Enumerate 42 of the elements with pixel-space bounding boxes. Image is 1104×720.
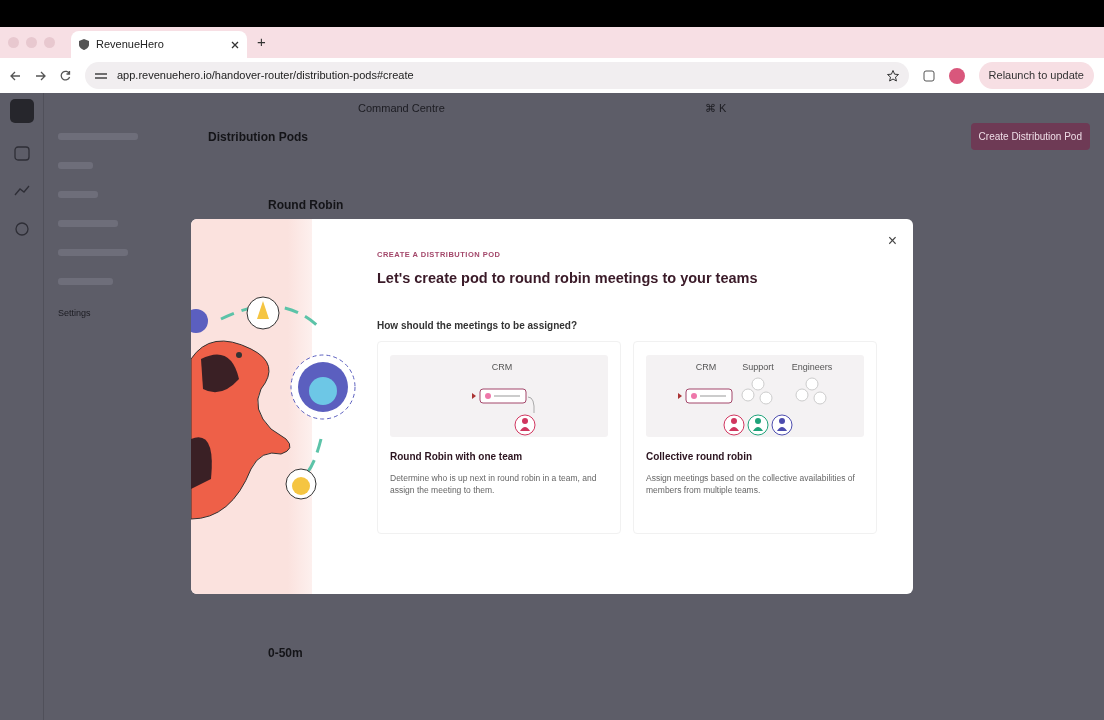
option-card[interactable]: CRM Round Robin with one team Determine who is up next in round robin in a team, and assign the meeting to them. — [377, 341, 621, 534]
option-description: Assign meetings based on the collective availabilities of members from multiple teams. — [646, 472, 856, 497]
star-icon[interactable] — [886, 69, 899, 82]
profile-icon[interactable] — [948, 67, 965, 84]
option-title: Collective round robin — [646, 450, 754, 464]
close-icon[interactable] — [231, 40, 239, 49]
team-label: CRM — [695, 362, 717, 372]
option-description: Determine who is up next in round robin in a team, and assign the meeting to them. — [390, 472, 598, 497]
address-bar[interactable]: app.revenuehero.io/handover-router/distribution-pods#create — [85, 62, 909, 89]
back-icon[interactable] — [10, 70, 21, 81]
question-label: How should the meetings to be assigned? — [377, 319, 579, 333]
browser-tab[interactable]: RevenueHero — [71, 31, 247, 58]
create-pod-button[interactable]: Create Distribution Pod — [970, 123, 1090, 150]
crm-record-icon — [472, 388, 527, 404]
team-label: Support — [742, 362, 774, 372]
logo-icon — [9, 99, 34, 123]
team-label: Engineers — [791, 362, 833, 372]
forward-icon[interactable] — [35, 70, 46, 81]
team-label: CRM — [491, 362, 513, 372]
person-avatar-icon — [514, 414, 536, 436]
new-tab-button[interactable]: + — [257, 31, 266, 54]
site-settings-icon — [95, 70, 107, 81]
team-members-icon — [795, 377, 827, 405]
tab-title: RevenueHero — [96, 37, 164, 53]
shield-icon — [79, 39, 89, 50]
crm-record-icon — [678, 388, 733, 404]
shortcut-hint: ⌘ K — [704, 100, 727, 116]
extension-icon[interactable] — [922, 69, 935, 82]
close-button[interactable]: × — [885, 231, 899, 251]
option-card[interactable]: CRM Support Engineers Collective round robin Assign meetings based on the collective availabilities of members from multiple teams. — [633, 341, 877, 534]
team-members-icon — [741, 377, 773, 405]
relaunch-button[interactable]: Relaunch to update — [978, 62, 1094, 89]
person-avatar-icon — [723, 414, 745, 436]
pod-title: 0-50m — [267, 645, 304, 662]
modal-title: Let's create pod to round robin meetings to your teams — [377, 269, 759, 289]
url-text: app.revenuehero.io/handover-router/distribution-pods#create — [117, 68, 414, 84]
person-avatar-icon — [771, 414, 793, 436]
pod-title: Round Robin — [267, 197, 345, 214]
person-avatar-icon — [747, 414, 769, 436]
page-title: Distribution Pods — [208, 128, 308, 146]
option-title: Round Robin with one team — [390, 450, 524, 464]
reload-icon[interactable] — [60, 70, 71, 81]
